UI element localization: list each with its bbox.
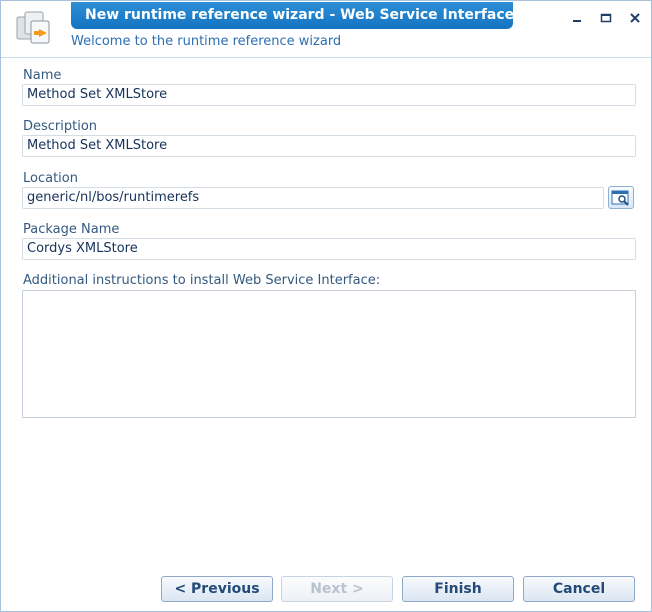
name-label: Name <box>23 68 62 83</box>
wizard-header: New runtime reference wizard - Web Servi… <box>1 1 651 59</box>
window-title: New runtime reference wizard - Web Servi… <box>71 2 514 29</box>
cancel-button[interactable]: Cancel <box>523 576 635 602</box>
wizard-subtitle: Welcome to the runtime reference wizard <box>71 34 342 49</box>
instructions-label: Additional instructions to install Web S… <box>23 273 381 288</box>
wizard-window: New runtime reference wizard - Web Servi… <box>0 0 652 612</box>
package-name-label: Package Name <box>23 222 120 237</box>
minimize-icon[interactable] <box>570 11 584 25</box>
maximize-icon[interactable] <box>599 11 613 25</box>
location-field[interactable]: generic/nl/bos/runtimerefs <box>22 187 604 209</box>
description-field[interactable]: Method Set XMLStore <box>22 135 636 157</box>
close-icon[interactable] <box>628 11 642 25</box>
header-divider <box>1 57 651 58</box>
name-field[interactable]: Method Set XMLStore <box>22 84 636 106</box>
description-label: Description <box>23 119 98 134</box>
browse-search-icon <box>611 190 629 206</box>
next-button[interactable]: Next > <box>281 576 393 602</box>
instructions-textarea[interactable] <box>22 290 636 418</box>
previous-button[interactable]: < Previous <box>161 576 273 602</box>
location-browse-button[interactable] <box>608 186 634 209</box>
package-name-field[interactable]: Cordys XMLStore <box>22 238 636 260</box>
finish-button[interactable]: Finish <box>402 576 514 602</box>
location-label: Location <box>23 171 78 186</box>
wizard-app-icon <box>15 9 55 47</box>
